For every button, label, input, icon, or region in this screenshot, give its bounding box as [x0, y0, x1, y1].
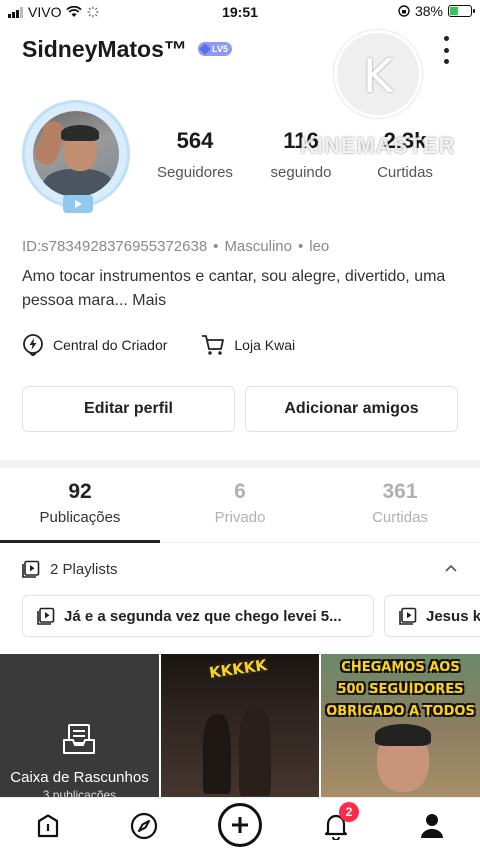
nav-discover-button[interactable]: [128, 810, 160, 842]
cart-icon: [202, 335, 225, 355]
stat-label: seguindo: [270, 164, 332, 181]
bottom-navigation: 2: [0, 797, 480, 854]
avatar[interactable]: [33, 111, 119, 197]
tab-label: Privado: [214, 509, 266, 526]
profile-gender: Masculino: [224, 238, 292, 255]
nav-profile-button[interactable]: [416, 810, 448, 842]
nav-home-button[interactable]: [32, 810, 64, 842]
avatar-shirt: [43, 169, 113, 197]
video-caption-line: OBRIGADO A TODOS: [326, 704, 475, 719]
profile-bio: Amo tocar instrumentos e cantar, sou ale…: [22, 265, 462, 313]
drafts-box[interactable]: Caixa de Rascunhos 3 publicações: [0, 654, 159, 800]
drafts-tray-icon: [63, 724, 95, 754]
creator-links: Central do Criador Loja Kwai: [22, 334, 295, 356]
video-thumbnail[interactable]: KKKKK: [161, 654, 319, 800]
compass-icon: [130, 812, 158, 840]
bio-more-link[interactable]: Mais: [132, 292, 166, 309]
battery-percent: 38%: [414, 3, 443, 19]
separator-dot: •: [213, 238, 219, 255]
video-caption-line: CHEGAMOS AOS: [341, 660, 460, 675]
tab-label: Curtidas: [372, 509, 428, 526]
bio-text: Amo tocar instrumentos e cantar, sou ale…: [22, 268, 446, 309]
orientation-lock-icon: [398, 5, 410, 17]
stat-label: Seguidores: [157, 164, 233, 181]
watermark-letter: K: [362, 49, 394, 103]
tab-count: 92: [68, 480, 92, 503]
chevron-up-icon[interactable]: [444, 561, 458, 575]
level-badge[interactable]: LV5: [198, 42, 232, 56]
person-icon: [421, 814, 443, 838]
video-frame-icon: [63, 195, 93, 213]
avatar-arm: [33, 118, 68, 168]
separator-dot: •: [297, 238, 304, 255]
status-right: 38%: [398, 3, 475, 19]
edit-profile-button[interactable]: Editar perfil: [22, 386, 235, 432]
avatar-frame[interactable]: [22, 100, 130, 213]
playlist-icon: [37, 607, 55, 625]
tab-label: Publicações: [39, 509, 121, 526]
profile-sign: leo: [309, 238, 330, 255]
home-icon: [37, 814, 59, 838]
more-options-button[interactable]: [442, 36, 450, 64]
lightning-icon: [23, 334, 43, 356]
status-bar: VIVO 19:51 38%: [0, 0, 480, 24]
creator-center-link[interactable]: Central do Criador: [22, 334, 167, 356]
avatar-hair: [61, 125, 99, 141]
video-hair: [375, 724, 431, 746]
drafts-label: Caixa de Rascunhos: [10, 769, 149, 786]
shop-label: Loja Kwai: [234, 337, 296, 353]
plus-icon: [232, 817, 248, 833]
playlist-card[interactable]: Já e a segunda vez que chego levei 5...: [22, 595, 374, 637]
stat-label: Curtidas: [377, 164, 433, 181]
tab-publications[interactable]: 92 Publicações: [0, 480, 160, 526]
video-sticker-text: KKKKK: [208, 656, 269, 682]
video-figure: [239, 706, 271, 796]
video-figure: [203, 714, 231, 794]
playlist-title: Já e a segunda vez que chego levei 5...: [64, 607, 342, 625]
tab-count: 6: [234, 480, 246, 503]
shop-link[interactable]: Loja Kwai: [201, 334, 295, 356]
active-tab-indicator: [0, 540, 160, 543]
playlist-icon: [22, 560, 40, 578]
add-friends-button[interactable]: Adicionar amigos: [245, 386, 458, 432]
stat-followers[interactable]: 564 Seguidores: [148, 128, 242, 181]
section-divider: [0, 460, 480, 468]
profile-id[interactable]: ID:s7834928376955372638: [22, 238, 207, 255]
playlist-card[interactable]: Jesus k: [384, 595, 480, 637]
stat-value: 564: [176, 128, 214, 153]
playlist-icon: [399, 607, 417, 625]
playlists-header[interactable]: 2 Playlists: [22, 558, 462, 580]
playlist-title: Jesus k: [426, 607, 480, 625]
playlists-count-label: 2 Playlists: [50, 560, 118, 578]
more-dot-icon: [443, 59, 449, 64]
video-thumbnail[interactable]: CHEGAMOS AOS 500 SEGUIDORES OBRIGADO A T…: [321, 654, 480, 800]
kinemaster-watermark-text: KINEMASTER: [300, 133, 456, 158]
tab-private[interactable]: 6 Privado: [160, 480, 320, 526]
battery-icon: [448, 5, 475, 17]
battery-level: [450, 7, 458, 15]
more-dot-icon: [443, 47, 449, 53]
nav-create-button[interactable]: [218, 803, 262, 847]
notification-badge: 2: [339, 802, 359, 822]
more-dot-icon: [443, 36, 449, 41]
kinemaster-watermark-logo: K: [334, 30, 422, 118]
video-caption-line: 500 SEGUIDORES: [337, 682, 464, 697]
tab-likes[interactable]: 361 Curtidas: [320, 480, 480, 526]
profile-username: SidneyMatos™: [22, 36, 187, 62]
profile-meta: ID:s7834928376955372638 • Masculino • le…: [22, 238, 329, 255]
tab-count: 361: [382, 480, 418, 503]
creator-center-label: Central do Criador: [53, 337, 168, 353]
